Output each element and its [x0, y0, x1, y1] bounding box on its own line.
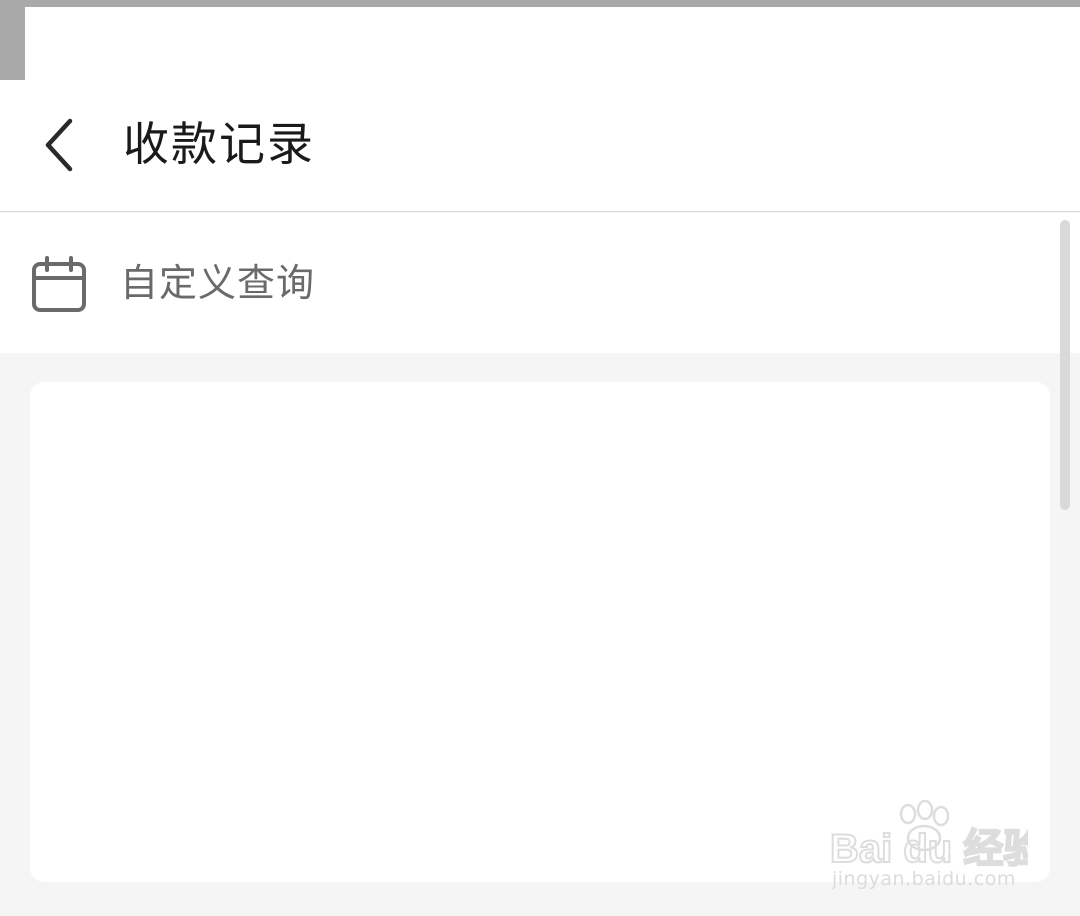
watermark-url: jingyan.baidu.com: [832, 868, 1016, 890]
page-title: 收款记录: [123, 117, 315, 171]
scrollbar[interactable]: [1060, 220, 1070, 510]
custom-query-label[interactable]: 自定义查询: [120, 253, 315, 313]
back-button[interactable]: [30, 110, 90, 180]
chevron-left-icon: [45, 118, 73, 172]
watermark-brand: Bai du 经验: [830, 827, 1028, 871]
app-header: 收款记录: [0, 80, 1080, 212]
status-bar: [25, 7, 1080, 80]
status-strip-left: [0, 0, 25, 80]
status-strip-top: [0, 0, 1080, 7]
calendar-icon: [32, 256, 86, 312]
custom-query-bar[interactable]: 自定义查询: [0, 213, 1080, 353]
